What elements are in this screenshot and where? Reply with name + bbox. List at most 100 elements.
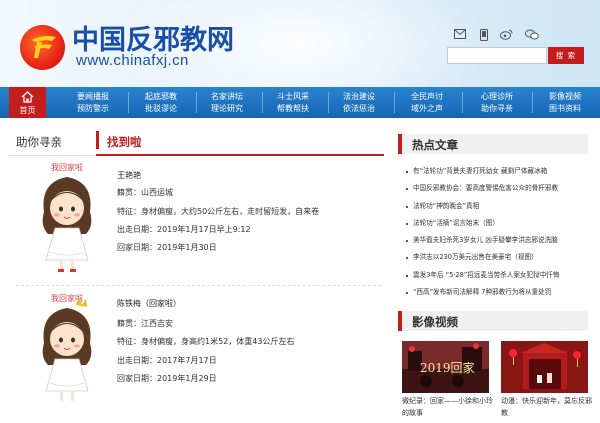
tab-help-find-family[interactable]: 助你寻亲 — [16, 134, 62, 150]
nav-separator — [462, 92, 463, 113]
weibo-icon[interactable] — [500, 29, 513, 42]
site-url[interactable]: www.chinafxj.cn — [76, 52, 189, 69]
person-left-date: 出走日期：2019年1月17日早上9:12 — [117, 225, 251, 234]
nav-item-law[interactable]: 法治建设 依法惩治 — [332, 87, 386, 118]
list-item[interactable]: 美华裔夫妇杀死3岁女儿 凶手疑攀李洪志邪说洗脑 — [406, 232, 590, 249]
mail-icon[interactable] — [454, 29, 466, 41]
nav-separator — [196, 92, 197, 113]
video-thumbnail-image — [501, 341, 588, 393]
nav-separator — [262, 92, 263, 113]
list-item[interactable]: 震发3年后 “5·28”招远麦当劳杀人案女犯狱中忏悔 — [406, 267, 590, 284]
nav-item-line1: 心理诊所 — [481, 92, 513, 101]
article-link[interactable]: 中国反邪教协会：要高度警惕危害公众的骨杆邪教 — [413, 184, 558, 192]
article-link[interactable]: 法轮功“神韵晚会”真相 — [413, 202, 479, 210]
video-caption[interactable]: 动漫：快乐迎新年，莫忘反邪教 — [501, 395, 593, 419]
site-logo-icon[interactable] — [20, 25, 65, 70]
person-left-date: 出走日期：2017年7月17日 — [117, 356, 217, 365]
home-icon — [21, 91, 34, 103]
nav-item-line1: 斗士风采 — [277, 92, 309, 101]
nav-item-clinic[interactable]: 心理诊所 助你寻亲 — [470, 87, 524, 118]
bullet-icon — [406, 257, 408, 260]
nav-item-line1: 全民声讨 — [411, 92, 443, 101]
section-marker — [398, 311, 402, 331]
nav-item-line1: 名家讲坛 — [211, 92, 243, 101]
person-photo[interactable]: 我回家啦 — [30, 293, 104, 409]
girl-cartoon-icon — [42, 297, 92, 401]
hot-articles-title: 热点文章 — [412, 138, 458, 152]
person-photo[interactable]: 我回家啦 — [30, 162, 104, 278]
nav-item-line1: 法治建设 — [343, 92, 375, 101]
video-section-title: 影像视频 — [412, 315, 458, 329]
nav-item-line1: 要闻播报 — [77, 92, 109, 101]
nav-separator — [328, 92, 329, 113]
bullet-icon — [406, 292, 408, 295]
nav-item-video[interactable]: 影像视频 图书资料 — [538, 87, 592, 118]
bullet-icon — [406, 240, 408, 243]
nav-item-line1: 起底邪教 — [145, 92, 177, 101]
nav-item-expose[interactable]: 起底邪教 批驳谬论 — [134, 87, 188, 118]
tab-active-underline — [96, 154, 384, 156]
hot-articles-list: 有“法轮功”背景夫妻打死幼女 藏剩尸体藏冰箱 中国反邪教协会：要高度警惕危害公众… — [406, 163, 590, 301]
person-name[interactable]: 王艳艳 — [117, 170, 141, 181]
list-item[interactable]: 有“法轮功”背景夫妻打死幼女 藏剩尸体藏冰箱 — [406, 163, 590, 180]
nav-item-line2: 批驳谬论 — [145, 104, 177, 113]
video-section-header: 影像视频 — [398, 311, 588, 331]
list-item[interactable]: 李洪志以230万美元出售在美豪宅（视图） — [406, 249, 590, 266]
bullet-icon — [406, 274, 408, 277]
main-nav: 首页 要闻播报 预防警示 起底邪教 批驳谬论 名家讲坛 理论研究 斗士风采 帮教… — [0, 87, 600, 118]
list-item[interactable]: “西高”发布新司法解释 7种邪教行为将从重处罚 — [406, 284, 590, 301]
nav-home-label: 首页 — [19, 106, 36, 115]
nav-item-line2: 助你寻亲 — [481, 104, 513, 113]
logo-swoosh-icon — [31, 36, 56, 58]
nav-item-line1: 影像视频 — [549, 92, 581, 101]
site-header: 中国反邪教网 www.chinafxj.cn 搜 索 — [0, 0, 600, 87]
nav-item-fighters[interactable]: 斗士风采 帮教帮扶 — [266, 87, 320, 118]
bullet-icon — [406, 188, 408, 191]
nav-item-line2: 图书资料 — [549, 104, 581, 113]
article-link[interactable]: 李洪志以230万美元出售在美豪宅（视图） — [413, 253, 538, 261]
person-hometown: 籍贯：山西运城 — [117, 188, 173, 197]
video-thumbnail[interactable]: 2019回家 — [402, 341, 489, 393]
video-thumbnail[interactable] — [501, 341, 588, 393]
person-features: 特征：身材偏瘦，大约50公斤左右，走时留短发，自来卷 — [117, 207, 320, 216]
hot-articles-header: 热点文章 — [398, 134, 588, 154]
article-link[interactable]: 有“法轮功”背景夫妻打死幼女 藏剩尸体藏冰箱 — [413, 167, 547, 175]
nav-item-lectures[interactable]: 名家讲坛 理论研究 — [200, 87, 254, 118]
mobile-icon[interactable] — [480, 29, 488, 43]
person-return-date: 回家日期：2019年1月30日 — [117, 243, 217, 252]
video-caption[interactable]: 微纪录：回家——小徐和小玲的故事 — [402, 395, 494, 419]
top-icon-bar — [450, 29, 550, 45]
article-link[interactable]: 法轮功“活摘”谣言始末（图） — [413, 219, 499, 227]
bullet-icon — [406, 222, 408, 225]
nav-separator — [394, 92, 395, 113]
nav-item-line2: 帮教帮扶 — [277, 104, 309, 113]
tab-found[interactable]: 找到啦 — [107, 134, 142, 150]
article-link[interactable]: 震发3年后 “5·28”招远麦当劳杀人案女犯狱中忏悔 — [413, 271, 560, 279]
article-link[interactable]: 美华裔夫妇杀死3岁女儿 凶手疑攀李洪志邪说洗脑 — [413, 236, 558, 244]
list-item[interactable]: 法轮功“活摘”谣言始末（图） — [406, 215, 590, 232]
nav-home[interactable]: 首页 — [9, 87, 46, 118]
bullet-icon — [406, 205, 408, 208]
person-return-date: 回家日期：2019年1月29日 — [117, 374, 217, 383]
search-input[interactable] — [447, 47, 547, 64]
bullet-icon — [406, 171, 408, 173]
tab-active-marker — [96, 131, 99, 149]
wechat-icon[interactable] — [525, 29, 539, 42]
record-divider — [16, 285, 381, 286]
article-link[interactable]: “西高”发布新司法解释 7种邪教行为将从重处罚 — [413, 288, 551, 296]
girl-cartoon-icon — [42, 177, 92, 272]
nav-item-voices[interactable]: 全民声讨 域外之声 — [400, 87, 454, 118]
video-overlay-text: 2019回家 — [420, 361, 475, 375]
list-item[interactable]: 中国反邪教协会：要高度警惕危害公众的骨杆邪教 — [406, 180, 590, 197]
section-marker — [398, 134, 402, 154]
nav-item-line2: 理论研究 — [211, 104, 243, 113]
person-name[interactable]: 陈铁梅（回家啦） — [117, 298, 181, 309]
search-button[interactable]: 搜 索 — [548, 47, 584, 64]
nav-separator — [128, 92, 129, 113]
nav-item-line2: 依法惩治 — [343, 104, 375, 113]
nav-item-line2: 预防警示 — [77, 104, 109, 113]
list-item[interactable]: 法轮功“神韵晚会”真相 — [406, 198, 590, 215]
nav-item-news[interactable]: 要闻播报 预防警示 — [66, 87, 120, 118]
nav-item-line2: 域外之声 — [411, 104, 443, 113]
person-hometown: 籍贯：江西吉安 — [117, 319, 173, 328]
